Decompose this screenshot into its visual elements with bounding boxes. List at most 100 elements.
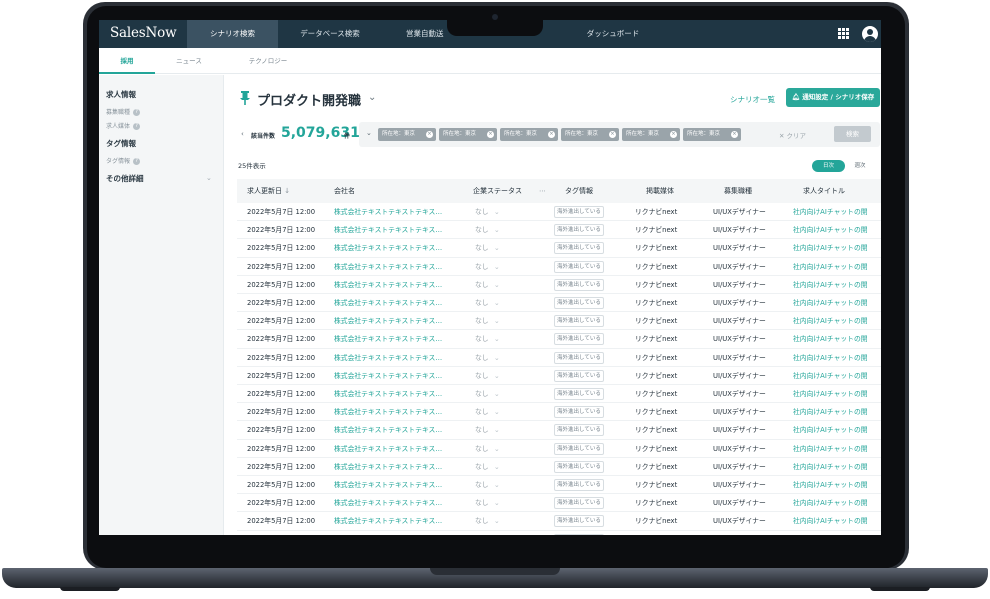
sidebar-item-job-type[interactable]: 募集職種?: [106, 107, 141, 116]
app-logo[interactable]: SalesNow: [110, 25, 177, 41]
close-icon[interactable]: ×: [487, 131, 494, 138]
table-row[interactable]: 2022年5月7日 12:00株式会社テキストテキストテキス…なし海外進出してい…: [237, 276, 881, 294]
table-row[interactable]: 2022年5月7日 12:00株式会社テキストテキストテキス…なし海外進出してい…: [237, 349, 881, 367]
table-row[interactable]: 2022年5月7日 12:00株式会社テキストテキストテキス…なし海外進出してい…: [237, 403, 881, 422]
table-row[interactable]: 2022年5月7日 12:00株式会社テキストテキストテキス…なし海外進出してい…: [237, 258, 881, 276]
cell-company-link[interactable]: 株式会社テキストテキストテキス…: [334, 258, 442, 276]
cell-job-title-link[interactable]: 社内向けAIチャットの開: [793, 276, 868, 294]
cell-company-link[interactable]: 株式会社テキストテキストテキス…: [334, 531, 442, 535]
chevron-down-icon[interactable]: ⌄: [494, 421, 500, 439]
chevron-down-icon[interactable]: ⌄: [494, 258, 500, 276]
table-row[interactable]: 2022年5月7日 12:00株式会社テキストテキストテキス…なし海外進出してい…: [237, 312, 881, 331]
cell-job-title-link[interactable]: 社内向けAIチャットの開: [793, 312, 868, 330]
cell-job-title-link[interactable]: 社内向けAIチャットの開: [793, 458, 868, 476]
close-icon[interactable]: ×: [609, 131, 616, 138]
cell-status[interactable]: なし: [475, 367, 489, 385]
table-row[interactable]: 2022年5月7日 12:00株式会社テキストテキストテキス…なし海外進出してい…: [237, 239, 881, 258]
cell-status[interactable]: なし: [475, 512, 489, 530]
cell-company-link[interactable]: 株式会社テキストテキストテキス…: [334, 239, 442, 257]
more-icon[interactable]: ⋯: [539, 179, 546, 203]
column-header-company[interactable]: 会社名: [334, 179, 355, 203]
cell-status[interactable]: なし: [475, 349, 489, 367]
cell-job-title-link[interactable]: 社内向けAIチャットの開: [793, 239, 868, 257]
scenario-list-link[interactable]: シナリオ一覧: [730, 94, 775, 105]
cell-job-title-link[interactable]: 社内向けAIチャットの開: [793, 531, 868, 535]
nav-database-search[interactable]: データベース検索: [278, 20, 382, 48]
search-button[interactable]: 検索: [834, 126, 871, 142]
cell-company-link[interactable]: 株式会社テキストテキストテキス…: [334, 512, 442, 530]
table-row[interactable]: 2022年5月7日 12:00株式会社テキストテキストテキス…なし海外進出してい…: [237, 458, 881, 476]
chevron-down-icon[interactable]: ⌄: [206, 174, 212, 182]
cell-status[interactable]: なし: [475, 476, 489, 494]
toggle-daily[interactable]: 日次: [812, 160, 845, 172]
filter-chip[interactable]: 所在地：東京 ×: [683, 128, 741, 141]
nav-auto-send[interactable]: 営業自動送信: [382, 20, 446, 66]
nav-scenario-search[interactable]: シナリオ検索: [187, 20, 278, 48]
cell-job-title-link[interactable]: 社内向けAIチャットの開: [793, 476, 868, 494]
chevron-down-icon[interactable]: ⌄: [494, 440, 500, 458]
table-row[interactable]: 2022年5月7日 12:00株式会社テキストテキストテキス…なし海外進出してい…: [237, 385, 881, 404]
clear-filters-button[interactable]: ✕ クリア: [779, 130, 806, 140]
cell-job-title-link[interactable]: 社内向けAIチャットの開: [793, 330, 868, 348]
cell-job-title-link[interactable]: 社内向けAIチャットの開: [793, 440, 868, 458]
cell-company-link[interactable]: 株式会社テキストテキストテキス…: [334, 494, 442, 512]
chevron-down-icon[interactable]: ⌄: [494, 494, 500, 512]
chevron-down-icon[interactable]: ⌄: [368, 92, 376, 103]
close-icon[interactable]: ×: [670, 131, 677, 138]
sidebar-section-other-details[interactable]: その他詳細: [106, 173, 144, 184]
sidebar-item-tag[interactable]: タグ情報?: [106, 156, 141, 165]
sidebar-section-job-info[interactable]: 求人情報: [106, 89, 136, 100]
table-row[interactable]: 2022年5月7日 12:00株式会社テキストテキストテキス…なし海外進出してい…: [237, 221, 881, 240]
close-icon[interactable]: ×: [731, 131, 738, 138]
cell-company-link[interactable]: 株式会社テキストテキストテキス…: [334, 403, 442, 421]
tab-news[interactable]: ニュース: [161, 48, 217, 74]
cell-company-link[interactable]: 株式会社テキストテキストテキス…: [334, 385, 442, 403]
cell-job-title-link[interactable]: 社内向けAIチャットの開: [793, 203, 868, 221]
table-row[interactable]: 2022年5月7日 12:00株式会社テキストテキストテキス…なし海外進出してい…: [237, 330, 881, 349]
column-header-status[interactable]: 企業ステータス: [473, 179, 522, 203]
cell-status[interactable]: なし: [475, 221, 489, 239]
table-row[interactable]: 2022年5月7日 12:00株式会社テキストテキストテキス…なし海外進出してい…: [237, 531, 881, 535]
column-header-media[interactable]: 掲載媒体: [646, 179, 674, 203]
table-row[interactable]: 2022年5月7日 12:00株式会社テキストテキストテキス…なし海外進出してい…: [237, 421, 881, 440]
cell-status[interactable]: なし: [475, 494, 489, 512]
cell-job-title-link[interactable]: 社内向けAIチャットの開: [793, 349, 868, 367]
cell-status[interactable]: なし: [475, 440, 489, 458]
save-scenario-button[interactable]: 🔔︎ 通知設定 / シナリオ保存: [786, 88, 880, 107]
chevron-left-icon[interactable]: ‹: [241, 130, 244, 138]
cell-company-link[interactable]: 株式会社テキストテキストテキス…: [334, 312, 442, 330]
column-header-job-type[interactable]: 募集職種: [724, 179, 752, 203]
cell-status[interactable]: なし: [475, 403, 489, 421]
chevron-down-icon[interactable]: ⌄: [494, 349, 500, 367]
sidebar-item-job-media[interactable]: 求人媒体?: [106, 121, 141, 130]
column-header-updated[interactable]: 求人更新日 ↓: [247, 179, 290, 203]
sidebar-section-tag-info[interactable]: タグ情報: [106, 138, 136, 149]
cell-status[interactable]: なし: [475, 458, 489, 476]
table-row[interactable]: 2022年5月7日 12:00株式会社テキストテキストテキス…なし海外進出してい…: [237, 294, 881, 313]
chevron-down-icon[interactable]: ⌄: [494, 367, 500, 385]
cell-company-link[interactable]: 株式会社テキストテキストテキス…: [334, 367, 442, 385]
table-row[interactable]: 2022年5月7日 12:00株式会社テキストテキストテキス…なし海外進出してい…: [237, 494, 881, 513]
chevron-down-icon[interactable]: ⌄: [494, 458, 500, 476]
chevron-down-icon[interactable]: ⌄: [494, 221, 500, 239]
cell-job-title-link[interactable]: 社内向けAIチャットの開: [793, 512, 868, 530]
chevron-down-icon[interactable]: ⌄: [366, 129, 372, 137]
cell-status[interactable]: なし: [475, 312, 489, 330]
cell-company-link[interactable]: 株式会社テキストテキストテキス…: [334, 221, 442, 239]
cell-company-link[interactable]: 株式会社テキストテキストテキス…: [334, 203, 442, 221]
column-header-job-title[interactable]: 求人タイトル: [803, 179, 845, 203]
cell-status[interactable]: なし: [475, 531, 489, 535]
table-row[interactable]: 2022年5月7日 12:00株式会社テキストテキストテキス…なし海外進出してい…: [237, 367, 881, 385]
chevron-down-icon[interactable]: ⌄: [494, 239, 500, 257]
cell-company-link[interactable]: 株式会社テキストテキストテキス…: [334, 440, 442, 458]
cell-company-link[interactable]: 株式会社テキストテキストテキス…: [334, 349, 442, 367]
chevron-down-icon[interactable]: ⌄: [494, 203, 500, 221]
table-row[interactable]: 2022年5月7日 12:00株式会社テキストテキストテキス…なし海外進出してい…: [237, 203, 881, 222]
cell-company-link[interactable]: 株式会社テキストテキストテキス…: [334, 476, 442, 494]
filter-chip[interactable]: 所在地：東京 ×: [378, 128, 436, 141]
filter-chip[interactable]: 所在地：東京 ×: [500, 128, 558, 141]
close-icon[interactable]: ×: [548, 131, 555, 138]
cell-company-link[interactable]: 株式会社テキストテキストテキス…: [334, 421, 442, 439]
cell-job-title-link[interactable]: 社内向けAIチャットの開: [793, 258, 868, 276]
cell-company-link[interactable]: 株式会社テキストテキストテキス…: [334, 276, 442, 294]
